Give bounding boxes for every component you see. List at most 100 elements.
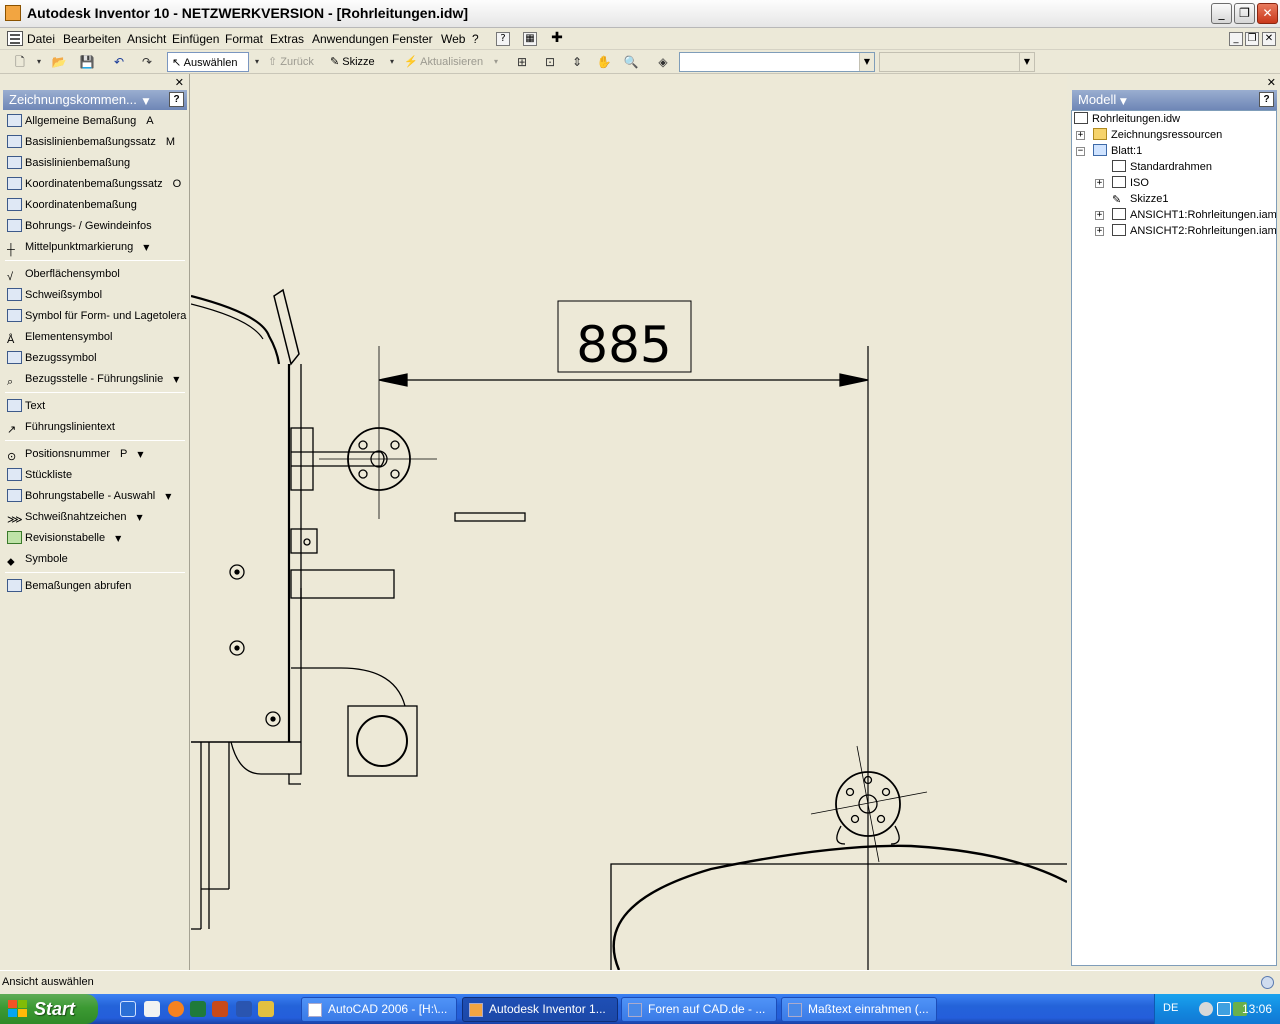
drawing-canvas[interactable]: 885 (191, 74, 1067, 970)
drawing-sheet[interactable]: 885 (191, 74, 1067, 970)
cmd-tolerance-symbol[interactable]: Symbol für Form- und Lagetolerar (7, 306, 187, 326)
zoom-selected-icon[interactable]: 🔍 (622, 52, 640, 72)
zoom-window-icon[interactable]: ⊡ (541, 52, 559, 72)
menu-anwendungen[interactable]: Anwendungen (312, 32, 389, 46)
help-icon[interactable]: ? (169, 92, 184, 107)
grid-icon[interactable]: ▦ (523, 32, 537, 46)
menu-fenster[interactable]: Fenster (392, 32, 433, 46)
quicklaunch-firefox-icon[interactable] (168, 1001, 184, 1017)
clock[interactable]: 13:06 (1242, 1002, 1272, 1016)
cmd-ordinate-dimension-set[interactable]: Koordinatenbemaßungssatz O (7, 174, 187, 194)
chevron-down-icon[interactable]: ▼ (137, 513, 143, 522)
doc-close-button[interactable]: ✕ (1262, 32, 1276, 46)
undo-icon[interactable]: ↶ (110, 52, 128, 72)
dimension-text[interactable]: 885 (576, 316, 671, 374)
tree-node-resources[interactable]: Zeichnungsressourcen (1093, 127, 1222, 143)
chevron-down-icon[interactable]: ▼ (115, 534, 121, 543)
tree-node-drawing[interactable]: Rohrleitungen.idw (1074, 111, 1180, 127)
cmd-hole-thread-notes[interactable]: Bohrungs- / Gewindeinfos (7, 216, 187, 236)
menu-bearbeiten[interactable]: Bearbeiten (63, 32, 121, 46)
back-button[interactable]: ⇧ Zurück (268, 52, 324, 72)
chevron-down-icon[interactable]: ▼ (165, 492, 171, 501)
menu-help[interactable]: ? (472, 32, 479, 46)
cmd-parts-list[interactable]: Stückliste (7, 465, 187, 485)
tree-node-view1[interactable]: ANSICHT1:Rohrleitungen.iam (1112, 207, 1276, 223)
tree-node-sheet[interactable]: Blatt:1 (1093, 143, 1142, 159)
cmd-retrieve-dimensions[interactable]: Bemaßungen abrufen (7, 576, 187, 596)
close-button[interactable]: ✕ (1257, 3, 1278, 24)
cmd-general-dimension[interactable]: Allgemeine Bemaßung A (7, 111, 187, 131)
whats-this-help-icon[interactable]: ? (496, 32, 510, 46)
quicklaunch-browser-icon[interactable] (120, 1001, 136, 1017)
cmd-weld-bead[interactable]: ⋙ Schweißnahtzeichen ▼ (7, 507, 187, 527)
style-icon[interactable]: ◈ (654, 52, 672, 72)
cmd-balloon[interactable]: ⊙ Positionsnummer P ▼ (7, 444, 187, 464)
pan-icon[interactable]: ✋ (595, 52, 613, 72)
redo-icon[interactable]: ↷ (138, 52, 156, 72)
cmd-leader-text[interactable]: ↗ Führungslinientext (7, 417, 187, 437)
browser-header-dropdown[interactable]: Modell ▼ ? (1072, 90, 1277, 110)
style-combo[interactable]: ▼ (879, 52, 1035, 72)
cmd-baseline-dimension-set[interactable]: Basislinienbemaßungssatz M (7, 132, 187, 152)
start-button[interactable]: Start (0, 994, 98, 1024)
chevron-down-icon[interactable]: ▼ (143, 243, 149, 252)
network-icon[interactable] (1217, 1002, 1231, 1016)
task-masstext[interactable]: Maßtext einrahmen (... (781, 997, 937, 1022)
cmd-feature-symbol[interactable]: Å Elementensymbol (7, 327, 187, 347)
sketch-dropdown-icon[interactable]: ▾ (386, 52, 398, 72)
doc-restore-button[interactable]: ❐ (1245, 32, 1259, 46)
panel-close-icon[interactable]: ✕ (175, 76, 184, 89)
quicklaunch-powerpoint-icon[interactable] (212, 1001, 228, 1017)
cmd-text[interactable]: Text (7, 396, 187, 416)
cmd-hole-table[interactable]: Bohrungstabelle - Auswahl ▼ (7, 486, 187, 506)
select-button[interactable]: ↖ Auswählen (167, 52, 249, 72)
cmd-symbols[interactable]: ⬥ Symbole (7, 549, 187, 569)
minimize-button[interactable]: _ (1211, 3, 1232, 24)
layer-combo[interactable]: ▼ (679, 52, 875, 72)
maximize-button[interactable]: ❐ (1234, 3, 1255, 24)
quicklaunch-word-icon[interactable] (236, 1001, 252, 1017)
cmd-revision-table[interactable]: Revisionstabelle ▼ (7, 528, 187, 548)
task-cad-forum[interactable]: Foren auf CAD.de - ... (621, 997, 777, 1022)
quicklaunch-excel-icon[interactable] (190, 1001, 206, 1017)
browser-close-icon[interactable]: ✕ (1267, 76, 1276, 89)
doc-minimize-button[interactable]: _ (1229, 32, 1243, 46)
cmd-datum-target-leader[interactable]: ⌕ Bezugsstelle - Führungslinie ▼ (7, 369, 187, 389)
cmd-surface-symbol[interactable]: √ Oberflächensymbol (7, 264, 187, 284)
menu-web[interactable]: Web (441, 32, 465, 46)
tree-node-view2[interactable]: ANSICHT2:Rohrleitungen.iam (1112, 223, 1276, 239)
crosshair-icon[interactable]: ✚ (550, 31, 564, 46)
new-dropdown-icon[interactable]: ▾ (34, 52, 44, 72)
new-icon[interactable]: 🗋 (12, 52, 28, 72)
tree-node-border[interactable]: Standardrahmen (1112, 159, 1212, 175)
chevron-down-icon[interactable]: ▼ (173, 375, 179, 384)
task-inventor[interactable]: Autodesk Inventor 1... (462, 997, 618, 1022)
inventor-app-icon[interactable] (5, 5, 21, 21)
quicklaunch-ie-icon[interactable] (144, 1001, 160, 1017)
expand-icon[interactable]: + (1095, 211, 1104, 220)
tree-node-sketch[interactable]: ✎ Skizze1 (1112, 191, 1169, 207)
menu-datei[interactable]: Datei (27, 32, 55, 46)
zoom-all-icon[interactable]: ⊞ (513, 52, 531, 72)
cmd-baseline-dimension[interactable]: Basislinienbemaßung (7, 153, 187, 173)
cmd-ordinate-dimension[interactable]: Koordinatenbemaßung (7, 195, 187, 215)
expand-icon[interactable]: + (1095, 227, 1104, 236)
save-icon[interactable]: 💾 (78, 52, 96, 72)
cmd-center-mark[interactable]: ┼ Mittelpunktmarkierung ▼ (7, 237, 187, 257)
expand-icon[interactable]: + (1095, 179, 1104, 188)
task-autocad[interactable]: AutoCAD 2006 - [H:\... (301, 997, 457, 1022)
cmd-datum-symbol[interactable]: Bezugssymbol (7, 348, 187, 368)
panel-header-dropdown[interactable]: Zeichnungskommen... ▼ ? (3, 90, 187, 110)
sketch-button[interactable]: ✎ Skizze (330, 52, 390, 72)
select-dropdown-icon[interactable]: ▾ (251, 52, 263, 72)
menu-format[interactable]: Format (225, 32, 263, 46)
document-menu-icon[interactable] (7, 31, 23, 46)
quicklaunch-explorer-icon[interactable] (258, 1001, 274, 1017)
expand-icon[interactable]: + (1076, 131, 1085, 140)
tray-chevron-icon[interactable] (1199, 1002, 1213, 1016)
language-indicator[interactable]: DE (1163, 1002, 1178, 1014)
cmd-weld-symbol[interactable]: Schweißsymbol (7, 285, 187, 305)
menu-extras[interactable]: Extras (270, 32, 304, 46)
menu-ansicht[interactable]: Ansicht (127, 32, 166, 46)
collapse-icon[interactable]: − (1076, 147, 1085, 156)
